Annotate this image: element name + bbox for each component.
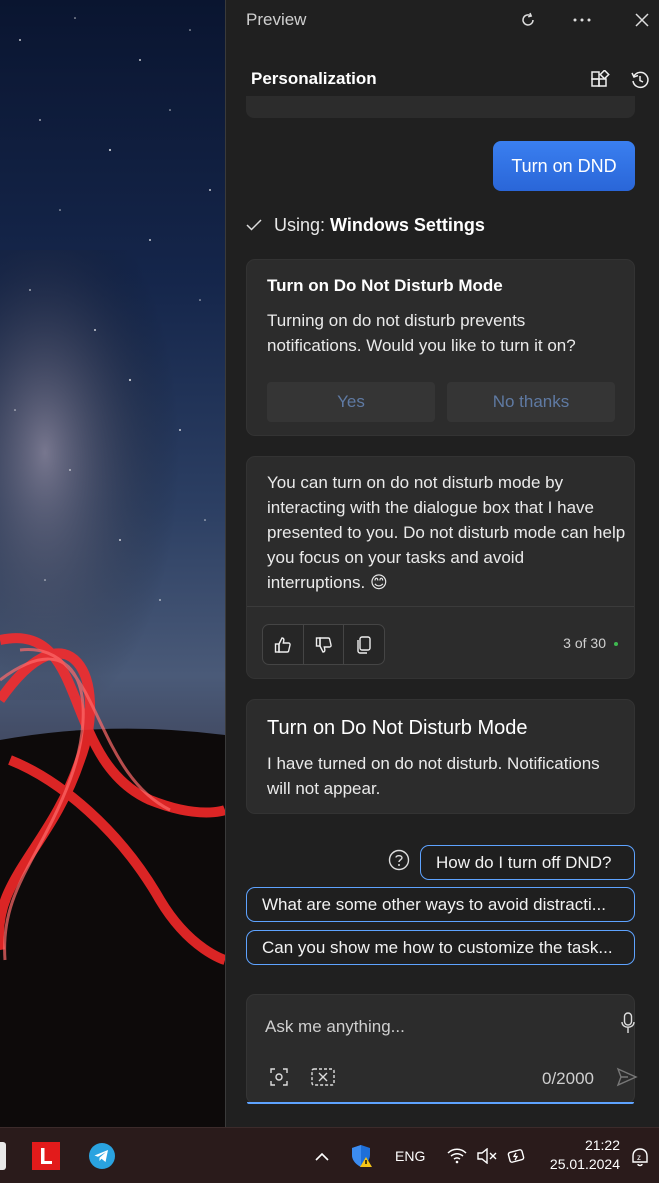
check-icon <box>246 219 262 231</box>
refresh-icon <box>522 12 534 26</box>
plugin-status: Using: Windows Settings <box>246 213 485 237</box>
mic-icon <box>621 1012 635 1033</box>
thumbs-down-button[interactable] <box>304 625 345 664</box>
input-language[interactable]: ENG <box>395 1148 425 1164</box>
assistant-answer-text: You can turn on do not disturb mode by i… <box>267 473 626 592</box>
plugins-icon <box>591 70 610 87</box>
clock-time: 21:22 <box>584 1137 620 1153</box>
page-title: Personalization <box>251 69 377 88</box>
clock[interactable]: 21:22 25.01.2024 <box>545 1136 620 1174</box>
window-title: Preview <box>246 10 307 29</box>
title-bar: Preview <box>226 0 659 40</box>
character-count: 0/2000 <box>542 1069 594 1088</box>
more-options-button[interactable] <box>568 6 596 34</box>
volume-muted-icon <box>477 1148 497 1164</box>
dnd-result-card: Turn on Do Not Disturb Mode I have turne… <box>246 699 635 814</box>
screenshot-button[interactable] <box>265 1063 293 1091</box>
wallpaper-art <box>0 17 225 1127</box>
send-button[interactable] <box>613 1063 641 1091</box>
notification-badge: z <box>637 1153 641 1162</box>
dnd-dialog-card: Turn on Do Not Disturb Mode Turning on d… <box>246 259 635 436</box>
plugin-status-prefix: Using: <box>274 214 326 235</box>
copilot-panel: Preview Personalization Turn on DND Usin… <box>225 0 659 1127</box>
notifications-button[interactable]: z <box>628 1146 652 1168</box>
plugin-status-source: Windows Settings <box>330 214 485 235</box>
security-tray-button[interactable] <box>350 1144 374 1168</box>
close-icon <box>635 13 649 27</box>
wifi-icon <box>447 1148 467 1164</box>
thumbs-up-button[interactable] <box>263 625 304 664</box>
close-button[interactable] <box>628 6 656 34</box>
battery-button[interactable] <box>506 1146 528 1166</box>
taskbar-app-telegram[interactable] <box>88 1142 116 1170</box>
chevron-up-icon <box>315 1152 329 1161</box>
history-icon <box>631 71 649 89</box>
panel-header: Personalization <box>226 60 659 100</box>
plugins-button[interactable] <box>586 66 614 94</box>
snip-icon <box>311 1068 335 1086</box>
assistant-answer-card: You can turn on do not disturb mode by i… <box>246 456 635 679</box>
show-hidden-icons-button[interactable] <box>312 1146 332 1166</box>
taskbar: ENG 21:22 25.01.2024 z <box>0 1127 659 1183</box>
dnd-dialog-title: Turn on Do Not Disturb Mode <box>267 276 503 295</box>
suggestion-chip[interactable]: Can you show me how to customize the tas… <box>246 930 635 965</box>
taskbar-app-l[interactable] <box>32 1142 60 1170</box>
desktop-wallpaper <box>0 0 225 1127</box>
voice-input-button[interactable] <box>614 1009 642 1037</box>
dnd-result-text: I have turned on do not disturb. Notific… <box>267 754 600 798</box>
screenshot-icon <box>270 1068 288 1086</box>
taskbar-app-file-explorer[interactable] <box>0 1142 6 1170</box>
telegram-icon <box>89 1143 115 1169</box>
bell-icon: z <box>632 1148 648 1167</box>
suggestions-help-button[interactable] <box>388 849 410 871</box>
help-icon <box>388 849 410 871</box>
dnd-result-title: Turn on Do Not Disturb Mode <box>267 717 528 739</box>
suggestion-chip[interactable]: What are some other ways to avoid distra… <box>246 887 635 922</box>
battery-charging-icon <box>507 1149 525 1163</box>
snip-button[interactable] <box>309 1063 337 1091</box>
user-message: Turn on DND <box>493 141 635 191</box>
copy-button[interactable] <box>344 625 384 664</box>
yes-button[interactable]: Yes <box>267 382 435 422</box>
volume-button[interactable] <box>476 1146 498 1166</box>
thumbs-down-icon <box>315 636 332 653</box>
previous-message-card <box>246 96 635 118</box>
l-app-icon <box>41 1148 52 1164</box>
composer: 0/2000 <box>246 994 638 1104</box>
more-icon <box>573 18 591 22</box>
response-counter: 3 of 30 <box>563 635 606 651</box>
chat-input[interactable] <box>265 1013 565 1041</box>
divider <box>247 606 634 607</box>
history-button[interactable] <box>626 66 654 94</box>
feedback-toolbar <box>262 624 385 665</box>
thumbs-up-icon <box>274 636 291 653</box>
status-dot <box>614 642 618 646</box>
refresh-button[interactable] <box>514 6 542 34</box>
suggestion-chip[interactable]: How do I turn off DND? <box>420 845 635 880</box>
no-thanks-button[interactable]: No thanks <box>447 382 615 422</box>
copy-icon <box>357 635 371 654</box>
network-button[interactable] <box>446 1146 468 1166</box>
clock-date: 25.01.2024 <box>549 1156 620 1172</box>
send-icon <box>616 1067 638 1087</box>
shield-warning-icon <box>352 1145 372 1167</box>
input-focus-underline <box>247 1102 634 1104</box>
dnd-dialog-text: Turning on do not disturb prevents notif… <box>267 311 576 355</box>
